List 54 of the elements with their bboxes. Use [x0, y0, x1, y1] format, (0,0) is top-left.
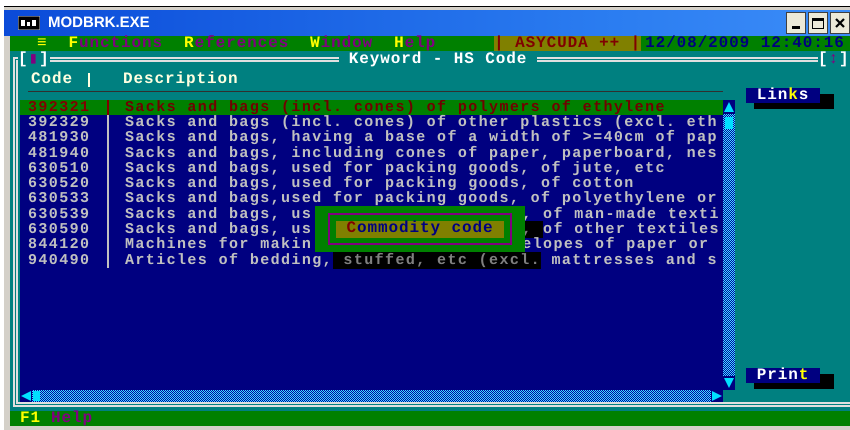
window-title: MODBRK.EXE: [48, 12, 150, 33]
code-cell[interactable]: 481930: [28, 131, 91, 146]
code-cell[interactable]: 481940: [28, 146, 91, 161]
maximize-icon: [812, 18, 824, 28]
row-text: Sacks and bags, having a base of a width of >=40cm of pap: [125, 129, 718, 146]
row-text: Sacks and bags (incl. cones) of polymers of ethylene: [125, 100, 666, 116]
row-text: Sacks and bags, used for packing goods, of jute, etc: [125, 160, 666, 177]
menu-item[interactable]: Functions: [68, 36, 164, 52]
resize-box[interactable]: [↕]: [818, 52, 850, 68]
close-button[interactable]: [830, 12, 850, 34]
scroll-thumb[interactable]: [33, 391, 40, 401]
row-text: Sacks and bags,used for packing goods, of polyethylene or: [125, 190, 718, 208]
row-text: Sacks and bags, us: [125, 206, 312, 223]
vertical-scrollbar[interactable]: [723, 100, 735, 390]
row-text: Articles of bedding,: [125, 252, 334, 269]
column-header: Code: [31, 72, 74, 88]
side-button[interactable]: Print: [746, 368, 820, 383]
row-text: Sacks and bags, us: [125, 221, 312, 238]
close-icon: [835, 18, 845, 28]
console-icon: [18, 16, 40, 30]
code-cell[interactable]: 630520: [28, 177, 91, 192]
app-name: | ASYCUDA ++ |: [494, 36, 642, 52]
row-text: Sacks and bags (incl. cones) of other plastics (excl. eth: [125, 114, 718, 131]
menu-icon[interactable]: ≡: [37, 36, 48, 52]
menu-item[interactable]: References: [184, 36, 290, 52]
scroll-right-icon[interactable]: [711, 390, 723, 402]
code-cell[interactable]: 392329: [28, 116, 91, 130]
frame-title: Keyword - HS Code: [338, 52, 538, 68]
code-cell[interactable]: 630533: [28, 192, 91, 206]
minimize-button[interactable]: [786, 12, 806, 34]
clock: 12/08/2009 12:40:16: [645, 36, 845, 52]
close-box[interactable]: [▮]: [18, 52, 50, 68]
horizontal-scrollbar[interactable]: [20, 390, 723, 402]
scroll-left-icon[interactable]: [20, 390, 32, 402]
shadowed-text: stuffed, etc (excl.: [333, 252, 542, 269]
column-header: Description: [123, 72, 239, 88]
row-text: mattresses and s: [550, 252, 718, 269]
minimize-icon: [792, 26, 800, 29]
help-key[interactable]: F1: [20, 410, 42, 426]
scroll-down-icon[interactable]: [723, 376, 735, 390]
scroll-up-icon[interactable]: [723, 100, 735, 114]
scroll-thumb[interactable]: [725, 117, 733, 129]
code-cell[interactable]: 940490: [28, 254, 91, 268]
row-text: Sacks and bags, including cones of paper, paperboard, nes: [125, 144, 718, 162]
maximize-button[interactable]: [808, 12, 828, 34]
code-cell[interactable]: 630510: [28, 162, 91, 176]
code-cell[interactable]: 844120: [28, 238, 91, 252]
code-cell[interactable]: 630539: [28, 208, 91, 222]
commodity-code-button[interactable]: Commodity code: [336, 220, 504, 238]
menu-item[interactable]: Help: [394, 36, 436, 52]
side-button[interactable]: Links: [746, 88, 820, 103]
menu-item[interactable]: Window: [310, 36, 374, 52]
row-text: Machines for makin: [125, 236, 312, 254]
code-cell[interactable]: 630590: [28, 223, 91, 238]
